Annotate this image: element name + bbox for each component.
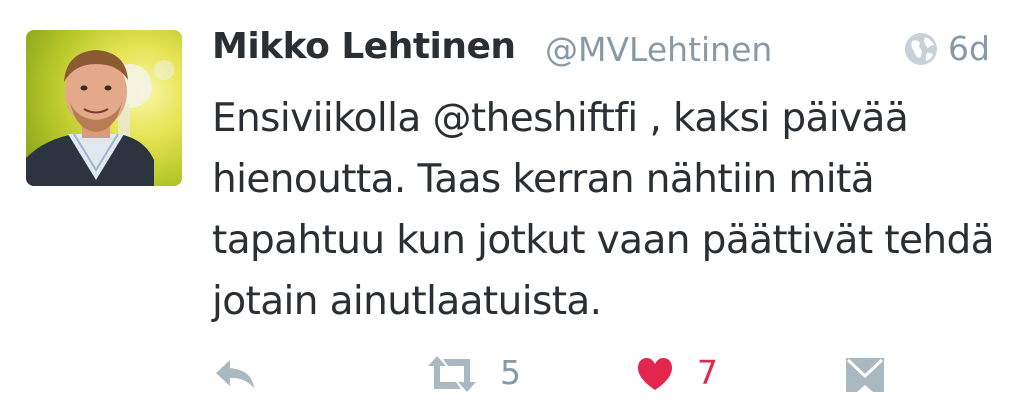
heart-icon[interactable] bbox=[635, 352, 675, 396]
tweet[interactable]: Mikko Lehtinen @MVLehtinen 6d Ensiviikol… bbox=[0, 0, 1024, 412]
retweet-count: 5 bbox=[500, 353, 521, 392]
retweet-icon[interactable] bbox=[424, 352, 480, 396]
avatar[interactable] bbox=[26, 30, 182, 186]
envelope-icon[interactable] bbox=[843, 352, 887, 396]
author-name[interactable]: Mikko Lehtinen bbox=[212, 26, 516, 67]
reply-icon[interactable] bbox=[212, 352, 258, 396]
globe-icon bbox=[903, 31, 939, 67]
tweet-text: Ensiviikolla @theshiftfi , kaksi päivää … bbox=[212, 96, 995, 324]
like-count: 7 bbox=[697, 353, 718, 392]
author-handle[interactable]: @MVLehtinen bbox=[545, 30, 772, 69]
tweet-timestamp[interactable]: 6d bbox=[948, 29, 990, 68]
